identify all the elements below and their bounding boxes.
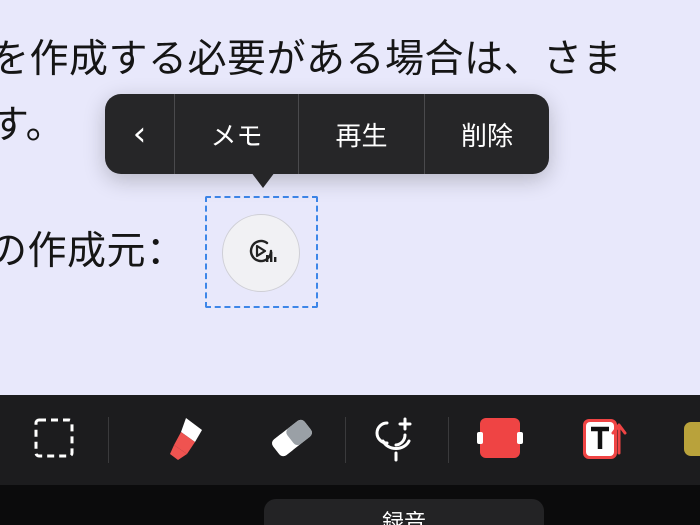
bottom-bar: 録音 xyxy=(0,485,700,525)
toolbar-divider xyxy=(448,417,449,463)
context-menu-pointer xyxy=(251,172,275,188)
drawing-toolbar xyxy=(0,395,700,485)
menu-back-button[interactable]: ‹ xyxy=(105,94,175,174)
note-canvas[interactable]: を作成する必要がある場合は、さま す。 の作成元： xyxy=(0,0,700,395)
sticky-note-tool[interactable] xyxy=(676,410,700,470)
lasso-select-tool[interactable] xyxy=(24,410,84,470)
note-text-line-1: を作成する必要がある場合は、さま xyxy=(0,37,623,82)
note-text-line-2: す。 xyxy=(0,103,66,148)
highlighter-icon xyxy=(164,412,216,468)
toolbar-divider xyxy=(108,417,109,463)
menu-memo-button[interactable]: メモ xyxy=(175,94,299,174)
text-box-icon xyxy=(577,411,631,469)
microphone-plus-icon xyxy=(371,413,421,467)
toolbar-divider xyxy=(345,417,346,463)
eraser-icon xyxy=(266,412,318,468)
red-frame-icon xyxy=(474,412,526,468)
menu-delete-button[interactable]: 削除 xyxy=(425,94,549,174)
note-text-line-3: の作成元： xyxy=(0,229,186,274)
text-tool[interactable] xyxy=(574,410,634,470)
highlighter-tool[interactable] xyxy=(160,410,220,470)
audio-play-icon xyxy=(244,234,278,272)
menu-play-button[interactable]: 再生 xyxy=(299,94,425,174)
audio-attachment-button[interactable] xyxy=(222,214,300,292)
eraser-tool[interactable] xyxy=(262,410,322,470)
sticky-note-icon xyxy=(680,412,700,468)
context-menu: ‹ メモ 再生 削除 xyxy=(105,94,549,174)
shape-frame-tool[interactable] xyxy=(470,410,530,470)
dashed-square-icon xyxy=(33,417,75,463)
recording-tab[interactable]: 録音 xyxy=(264,499,544,525)
audio-record-tool[interactable] xyxy=(366,410,426,470)
chevron-left-icon: ‹ xyxy=(132,114,147,154)
